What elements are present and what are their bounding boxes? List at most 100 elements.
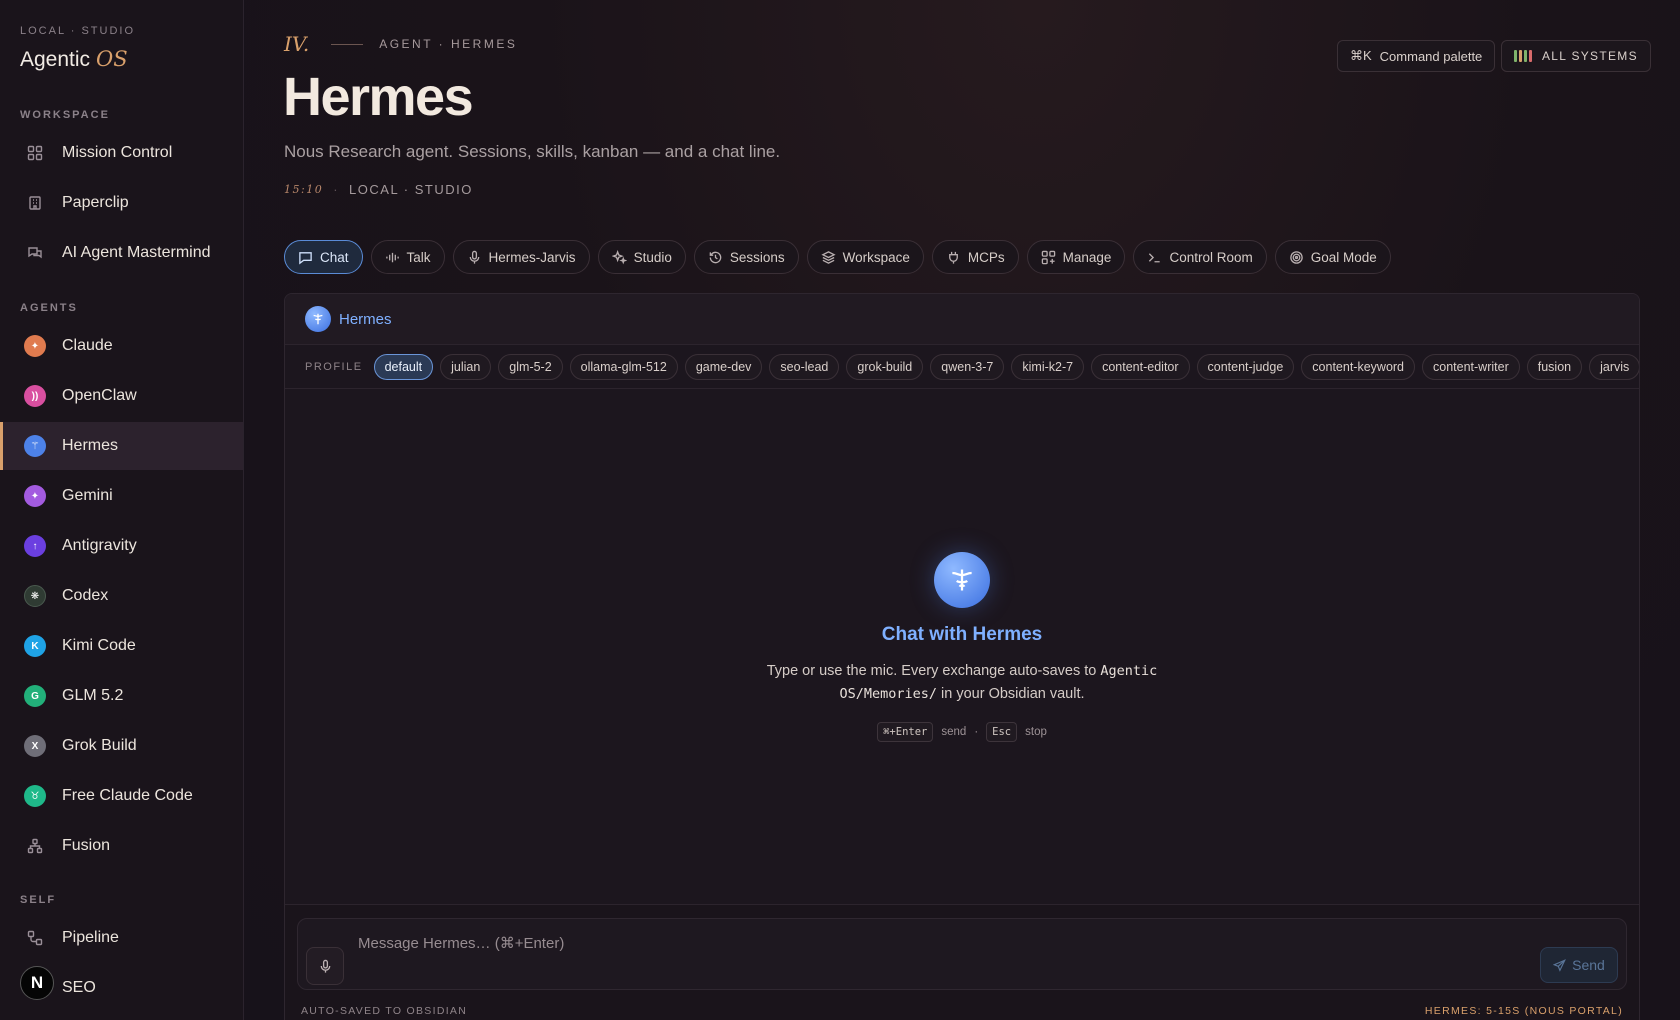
hermes-avatar-icon	[305, 306, 331, 332]
sidebar-item-label: Free Claude Code	[62, 787, 193, 804]
waveform-icon	[385, 250, 400, 265]
sidebar-item-claude[interactable]: ✦ Claude	[0, 322, 243, 370]
tab-sessions[interactable]: Sessions	[693, 240, 799, 274]
sidebar-item-codex[interactable]: ❋ Codex	[0, 572, 243, 620]
workspace-section-label: WORKSPACE	[20, 109, 110, 121]
tab-goal-mode[interactable]: Goal Mode	[1274, 240, 1391, 274]
send-icon	[1553, 958, 1567, 972]
panel-header: Hermes	[285, 294, 1639, 345]
sidebar-item-openclaw[interactable]: )) OpenClaw	[0, 372, 243, 420]
send-label: Send	[1572, 957, 1605, 973]
sidebar-item-ai-agent-mastermind[interactable]: AI Agent Mastermind	[0, 229, 243, 277]
target-icon	[1289, 250, 1304, 265]
stop-shortcut-label: stop	[1025, 726, 1047, 738]
profile-chip[interactable]: qwen-3-7	[930, 353, 1005, 380]
free-claude-code-icon: ♉	[24, 785, 46, 807]
panel-agent-name[interactable]: Hermes	[339, 311, 392, 328]
brand-title-accent: OS	[96, 47, 128, 71]
kimi-icon: K	[24, 635, 46, 657]
profile-chip[interactable]: glm-5-2	[498, 353, 563, 380]
sidebar-item-hermes[interactable]: ⚚ Hermes	[0, 422, 243, 470]
hermes-icon: ⚚	[24, 435, 46, 457]
sidebar-item-gemini[interactable]: ✦ Gemini	[0, 472, 243, 520]
sidebar-item-label: Claude	[62, 337, 113, 354]
tab-chat[interactable]: Chat	[284, 240, 363, 274]
meta-location: LOCAL · STUDIO	[349, 182, 473, 197]
send-button[interactable]: Send	[1540, 947, 1618, 983]
tab-talk[interactable]: Talk	[370, 240, 445, 274]
profile-chip[interactable]: julian	[440, 353, 492, 380]
tab-label: Manage	[1062, 249, 1112, 265]
page-kicker-text: AGENT · HERMES	[379, 37, 518, 51]
chat-icon	[298, 250, 313, 265]
sidebar-item-pipeline[interactable]: Pipeline	[0, 914, 243, 962]
sidebar-item-mission-control[interactable]: Mission Control	[0, 129, 243, 177]
tab-hermes-jarvis[interactable]: Hermes-Jarvis	[452, 240, 590, 274]
sidebar-item-label: Hermes	[62, 437, 119, 454]
pipeline-icon	[24, 927, 46, 949]
sidebar-item-kimi-code[interactable]: K Kimi Code	[0, 622, 243, 670]
profile-chip[interactable]: content-editor	[1091, 353, 1190, 380]
profile-chip[interactable]: content-writer	[1422, 353, 1520, 380]
tab-label: Goal Mode	[1310, 249, 1377, 265]
autosave-status: AUTO-SAVED TO OBSIDIAN	[301, 1005, 468, 1017]
profile-chip[interactable]: grok-build	[846, 353, 924, 380]
tab-label: Chat	[320, 249, 349, 265]
all-systems-label: ALL SYSTEMS	[1542, 49, 1638, 63]
tab-studio[interactable]: Studio	[597, 240, 686, 274]
chat-panel: Hermes PROFILE default julian glm-5-2 ol…	[284, 293, 1640, 1020]
mic-button[interactable]	[306, 947, 344, 985]
tab-label: Talk	[406, 249, 431, 265]
empty-desc-text-end: in your Obsidian vault.	[937, 686, 1085, 702]
sidebar-item-label: SEO	[62, 979, 96, 996]
sidebar-item-grok-build[interactable]: X Grok Build	[0, 722, 243, 770]
sidebar-item-label: Fusion	[62, 837, 111, 854]
n-badge-icon[interactable]: N	[20, 966, 54, 1000]
sidebar-item-paperclip[interactable]: Paperclip	[0, 179, 243, 227]
profile-chip[interactable]: kimi-k2-7	[1011, 353, 1085, 380]
agent-tabs: Chat Talk Hermes-Jarvis Studio Sessions …	[284, 240, 1391, 274]
model-status: HERMES: 5-15S (NOUS PORTAL)	[1424, 1005, 1623, 1017]
profile-chip[interactable]: content-judge	[1196, 353, 1295, 380]
tab-workspace[interactable]: Workspace	[806, 240, 924, 274]
history-icon	[708, 250, 723, 265]
plug-icon	[946, 250, 961, 265]
profile-chip[interactable]: content-keyword	[1301, 353, 1416, 380]
message-input[interactable]	[358, 935, 1358, 952]
all-systems-button[interactable]: ALL SYSTEMS	[1501, 40, 1651, 72]
kicker-divider	[331, 43, 364, 45]
system-status-icon	[1514, 50, 1532, 62]
profile-chip[interactable]: jarvis	[1589, 353, 1639, 380]
empty-state-title: Chat with Hermes	[881, 624, 1043, 645]
sidebar-item-antigravity[interactable]: ↑ Antigravity	[0, 522, 243, 570]
profile-chip[interactable]: ollama-glm-512	[569, 353, 678, 380]
brand-title-text: Agentic	[20, 48, 91, 71]
self-section-label: SELF	[20, 894, 57, 906]
tab-manage[interactable]: Manage	[1026, 240, 1126, 274]
command-palette-button[interactable]: ⌘K Command palette	[1337, 40, 1496, 72]
terminal-icon	[1147, 250, 1162, 265]
keyboard-hints: ⌘+Enter send · Esc stop	[285, 722, 1639, 742]
sidebar-item-free-claude-code[interactable]: ♉ Free Claude Code	[0, 772, 243, 820]
tab-label: Hermes-Jarvis	[488, 249, 576, 265]
sidebar-item-label: Mission Control	[62, 144, 173, 161]
agents-section-label: AGENTS	[20, 302, 78, 314]
mic-icon	[318, 959, 333, 974]
hint-separator: ·	[974, 726, 979, 738]
brand-title[interactable]: Agentic OS	[20, 47, 128, 72]
layers-icon	[821, 250, 836, 265]
codex-icon: ❋	[24, 585, 46, 607]
tab-control-room[interactable]: Control Room	[1133, 240, 1267, 274]
profile-chip[interactable]: seo-lead	[769, 353, 840, 380]
profile-chip-default[interactable]: default	[373, 353, 434, 380]
sidebar-item-label: Antigravity	[62, 537, 137, 554]
profile-chip[interactable]: fusion	[1526, 353, 1583, 380]
sidebar-item-label: Gemini	[62, 487, 113, 504]
tab-mcps[interactable]: MCPs	[931, 240, 1019, 274]
sidebar-item-glm[interactable]: G GLM 5.2	[0, 672, 243, 720]
profile-chip[interactable]: game-dev	[684, 353, 763, 380]
page-meta: 15:10 · LOCAL · STUDIO	[284, 182, 473, 197]
building-icon	[24, 192, 46, 214]
network-icon	[24, 835, 46, 857]
sidebar-item-fusion[interactable]: Fusion	[0, 822, 243, 870]
